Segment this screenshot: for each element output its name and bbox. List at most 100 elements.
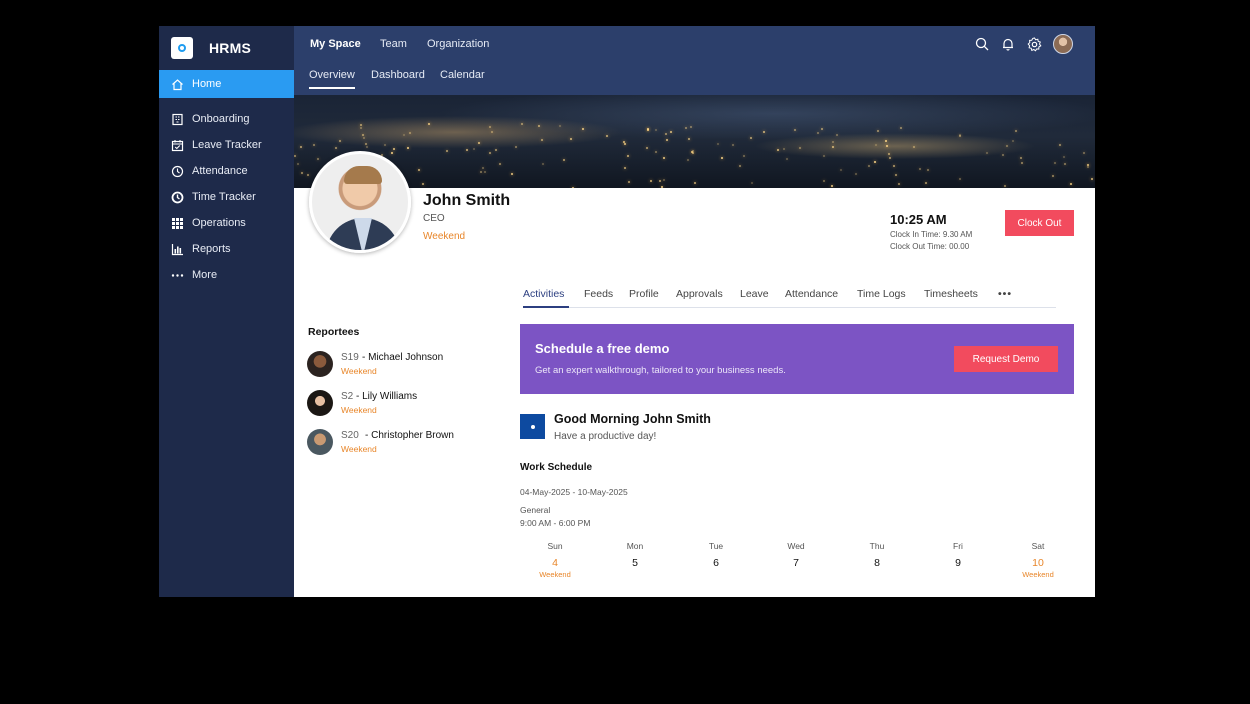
schedule-day-thu[interactable]: Thu 8 [847, 541, 907, 569]
banner-light [776, 149, 779, 152]
day-name: Mon [626, 541, 644, 551]
reportee-status: Weekend [341, 366, 377, 376]
schedule-day-wed[interactable]: Wed 7 [766, 541, 826, 569]
reportee-item[interactable]: S19 - Michael Johnson Weekend [307, 351, 507, 381]
schedule-day-fri[interactable]: Fri 9 [928, 541, 988, 569]
day-status: Weekend [539, 570, 571, 579]
demo-title: Schedule a free demo [535, 341, 670, 356]
banner-light [799, 147, 802, 150]
tab-activities[interactable]: Activities [523, 288, 564, 300]
schedule-day-sat[interactable]: Sat 10 Weekend [1008, 541, 1068, 579]
cover-banner-image [294, 95, 1095, 188]
banner-light [390, 151, 393, 154]
tab-profile[interactable]: Profile [629, 288, 659, 300]
day-number: 6 [713, 557, 719, 569]
brand-name: HRMS [209, 40, 252, 56]
banner-light [918, 168, 921, 171]
banner-light [403, 133, 406, 136]
banner-light [427, 123, 430, 126]
tab-approvals[interactable]: Approvals [676, 288, 723, 300]
schedule-hours: 9:00 AM - 6:00 PM [520, 518, 591, 528]
banner-light [1002, 153, 1005, 156]
banner-light [855, 172, 858, 175]
banner-light [489, 151, 492, 154]
banner-light [581, 127, 584, 130]
profile-tabs: Activities Feeds Profile Approvals Leave… [523, 288, 1056, 308]
banner-light [924, 182, 927, 185]
banner-light [364, 142, 367, 145]
banner-light [782, 147, 785, 150]
subtab-overview[interactable]: Overview [309, 69, 355, 81]
banner-light [490, 130, 493, 133]
user-avatar[interactable] [1053, 34, 1073, 54]
timer-icon [171, 191, 184, 204]
sidebar-item-more[interactable]: More [159, 262, 294, 288]
day-number: 7 [793, 557, 799, 569]
banner-light [1069, 183, 1072, 186]
day-number: 5 [632, 557, 638, 569]
banner-light [750, 136, 753, 139]
more-tabs-icon[interactable]: ••• [998, 288, 1012, 300]
brand-logo-icon [171, 37, 193, 59]
greeting-subtitle: Have a productive day! [554, 431, 657, 442]
bell-icon[interactable] [999, 35, 1017, 53]
banner-light [895, 173, 898, 176]
work-schedule-heading: Work Schedule [520, 462, 593, 473]
home-icon [171, 78, 184, 91]
reportee-item[interactable]: S2 - Lily Williams Weekend [307, 390, 507, 420]
greeting-title: Good Morning John Smith [554, 412, 711, 426]
sidebar-item-label: Leave Tracker [192, 139, 262, 151]
sidebar-item-onboarding[interactable]: Onboarding [159, 106, 294, 132]
tab-time-logs[interactable]: Time Logs [857, 288, 906, 300]
schedule-day-mon[interactable]: Mon 5 [605, 541, 665, 569]
banner-light [686, 159, 689, 162]
sidebar-item-reports[interactable]: Reports [159, 236, 294, 262]
tab-organization[interactable]: Organization [427, 38, 489, 50]
tab-my-space[interactable]: My Space [310, 38, 361, 50]
brand[interactable]: HRMS [159, 26, 294, 70]
banner-light [296, 163, 299, 166]
onboarding-icon [171, 113, 184, 126]
demo-subtitle: Get an expert walkthrough, tailored to y… [535, 365, 786, 376]
banner-light [662, 179, 665, 182]
sidebar-item-leave-tracker[interactable]: Leave Tracker [159, 132, 294, 158]
tab-team[interactable]: Team [380, 38, 407, 50]
banner-light [417, 168, 420, 171]
tab-leave[interactable]: Leave [740, 288, 769, 300]
reportee-item[interactable]: S20 - Christopher Brown Weekend [307, 429, 507, 459]
sidebar-item-time-tracker[interactable]: Time Tracker [159, 184, 294, 210]
sidebar-item-attendance[interactable]: Attendance [159, 158, 294, 184]
banner-light [1062, 156, 1065, 159]
profile-status: Weekend [423, 231, 466, 242]
day-number: 8 [874, 557, 880, 569]
subtab-active-indicator [309, 87, 355, 89]
tab-attendance[interactable]: Attendance [785, 288, 838, 300]
gear-icon[interactable] [1025, 35, 1043, 53]
tab-feeds[interactable]: Feeds [584, 288, 613, 300]
banner-light [738, 165, 741, 168]
request-demo-button[interactable]: Request Demo [954, 346, 1058, 372]
profile-photo[interactable] [309, 151, 411, 253]
banner-light [1083, 151, 1086, 154]
banner-light [294, 154, 297, 157]
sidebar-item-home[interactable]: Home [159, 70, 294, 98]
schedule-day-tue[interactable]: Tue 6 [686, 541, 746, 569]
day-number: 10 [1032, 557, 1044, 569]
banner-light [692, 151, 695, 154]
banner-light [359, 124, 362, 127]
banner-light [466, 148, 469, 151]
banner-light [693, 181, 696, 184]
profile-role: CEO [423, 213, 445, 224]
banner-light [1059, 144, 1062, 147]
subtab-dashboard[interactable]: Dashboard [371, 69, 425, 81]
banner-light [494, 149, 497, 152]
banner-light [897, 183, 900, 186]
clock-out-button[interactable]: Clock Out [1005, 210, 1074, 236]
calendar-check-icon [171, 139, 184, 152]
schedule-day-sun[interactable]: Sun 4 Weekend [525, 541, 585, 579]
banner-light [793, 128, 796, 131]
sidebar-item-operations[interactable]: Operations [159, 210, 294, 236]
tab-timesheets[interactable]: Timesheets [924, 288, 978, 300]
search-icon[interactable] [973, 35, 991, 53]
subtab-calendar[interactable]: Calendar [440, 69, 485, 81]
